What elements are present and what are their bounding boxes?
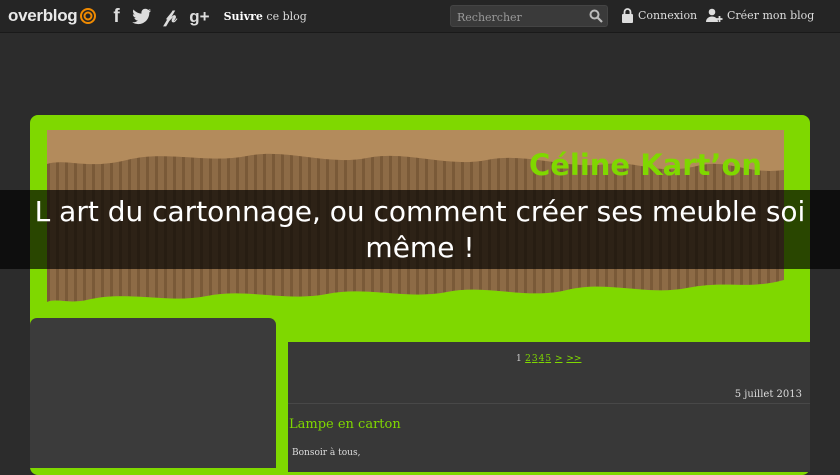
- pager-link-5[interactable]: 5: [545, 354, 551, 364]
- follow-blog-link[interactable]: Suivre ce blog: [224, 10, 307, 23]
- create-blog-label: Créer mon blog: [727, 9, 815, 22]
- pager-next[interactable]: >: [555, 354, 563, 364]
- top-bar: overblog f 𝓅 g+ Suivre ce blog Connexion: [0, 0, 840, 33]
- pager-link-2[interactable]: 2: [525, 354, 531, 364]
- pinterest-icon[interactable]: 𝓅: [164, 7, 178, 26]
- add-user-icon: [706, 8, 723, 22]
- google-plus-icon[interactable]: g+: [189, 8, 209, 25]
- twitter-icon[interactable]: [131, 8, 152, 25]
- pager-link-4[interactable]: 4: [539, 354, 545, 364]
- blog-title[interactable]: Céline Kart’on: [529, 148, 762, 182]
- divider: [288, 403, 810, 404]
- search-input[interactable]: [451, 7, 593, 28]
- main-content: 1 2345 > >> 5 juillet 2013 Lampe en cart…: [288, 342, 810, 472]
- search-icon[interactable]: [589, 9, 603, 23]
- title-overlay: L art du cartonnage, ou comment créer se…: [0, 190, 840, 269]
- follow-rest: ce blog: [262, 9, 307, 23]
- logo-text: overblog: [8, 6, 78, 25]
- pager-link-3[interactable]: 3: [532, 354, 538, 364]
- pager-current: 1: [516, 354, 522, 364]
- social-links: f 𝓅 g+: [113, 7, 209, 26]
- search-box: [450, 5, 608, 28]
- follow-label: Suivre: [223, 9, 263, 23]
- post-excerpt: Bonsoir à tous,: [292, 448, 361, 458]
- overblog-logo[interactable]: overblog: [8, 6, 97, 26]
- sidebar-panel: [30, 318, 276, 468]
- login-link[interactable]: Connexion: [621, 8, 697, 23]
- pager-last[interactable]: >>: [566, 354, 581, 364]
- post-date: 5 juillet 2013: [734, 389, 802, 400]
- facebook-icon[interactable]: f: [113, 7, 119, 26]
- post-title[interactable]: Lampe en carton: [289, 417, 401, 432]
- lock-icon: [622, 8, 633, 23]
- overblog-swirl-icon: [80, 8, 97, 24]
- create-blog-link[interactable]: Créer mon blog: [706, 8, 814, 23]
- pagination: 1 2345 > >>: [288, 354, 810, 364]
- page-title: L art du cartonnage, ou comment créer se…: [34, 194, 806, 264]
- login-label: Connexion: [638, 9, 698, 22]
